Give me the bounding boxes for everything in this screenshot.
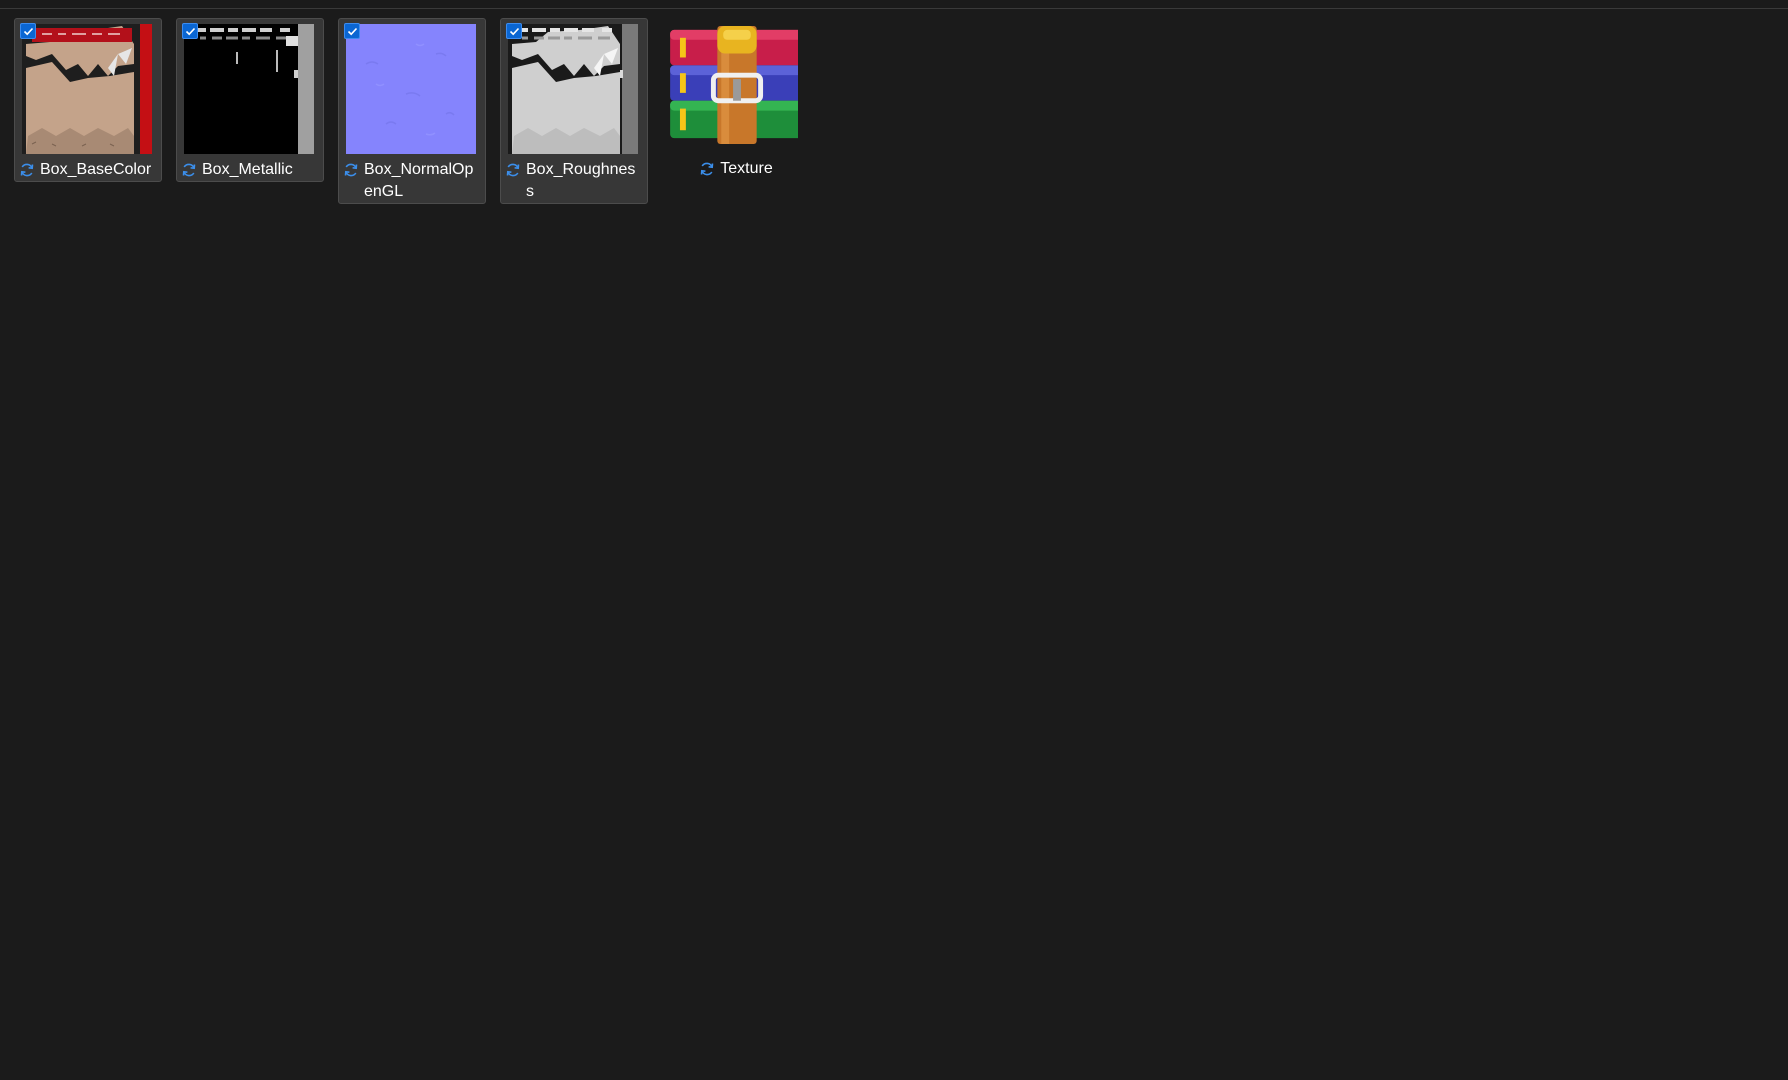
sync-icon	[181, 162, 197, 178]
file-item-box-roughness[interactable]: Box_Roughness	[500, 18, 648, 204]
file-name-label: Texture	[666, 158, 806, 180]
metallic-thumbnail	[184, 24, 314, 154]
normal-thumbnail	[346, 24, 476, 154]
file-item-texture[interactable]: Texture	[662, 18, 810, 182]
file-item-box-metallic[interactable]: Box_Metallic	[176, 18, 324, 182]
sync-icon	[19, 162, 35, 178]
file-item-box-basecolor[interactable]: Box_BaseColor	[14, 18, 162, 182]
file-grid: Box_BaseColor Box_Metallic Box_NormalOpe…	[0, 0, 1788, 1080]
roughness-thumbnail	[508, 24, 638, 154]
file-name-label: Box_NormalOpenGL	[343, 159, 481, 203]
sync-icon	[343, 162, 359, 178]
sync-icon	[699, 161, 715, 177]
file-name-label: Box_Roughness	[505, 159, 643, 203]
checkbox-icon[interactable]	[506, 23, 522, 39]
checkbox-icon[interactable]	[182, 23, 198, 39]
file-item-box-normalopengl[interactable]: Box_NormalOpenGL	[338, 18, 486, 204]
checkbox-icon[interactable]	[20, 23, 36, 39]
file-name-label: Box_Metallic	[181, 159, 319, 181]
checkbox-icon[interactable]	[344, 23, 360, 39]
sync-icon	[505, 162, 521, 178]
basecolor-thumbnail	[22, 24, 152, 154]
winrar-archive-icon	[668, 26, 798, 156]
file-name-label: Box_BaseColor	[19, 159, 157, 181]
